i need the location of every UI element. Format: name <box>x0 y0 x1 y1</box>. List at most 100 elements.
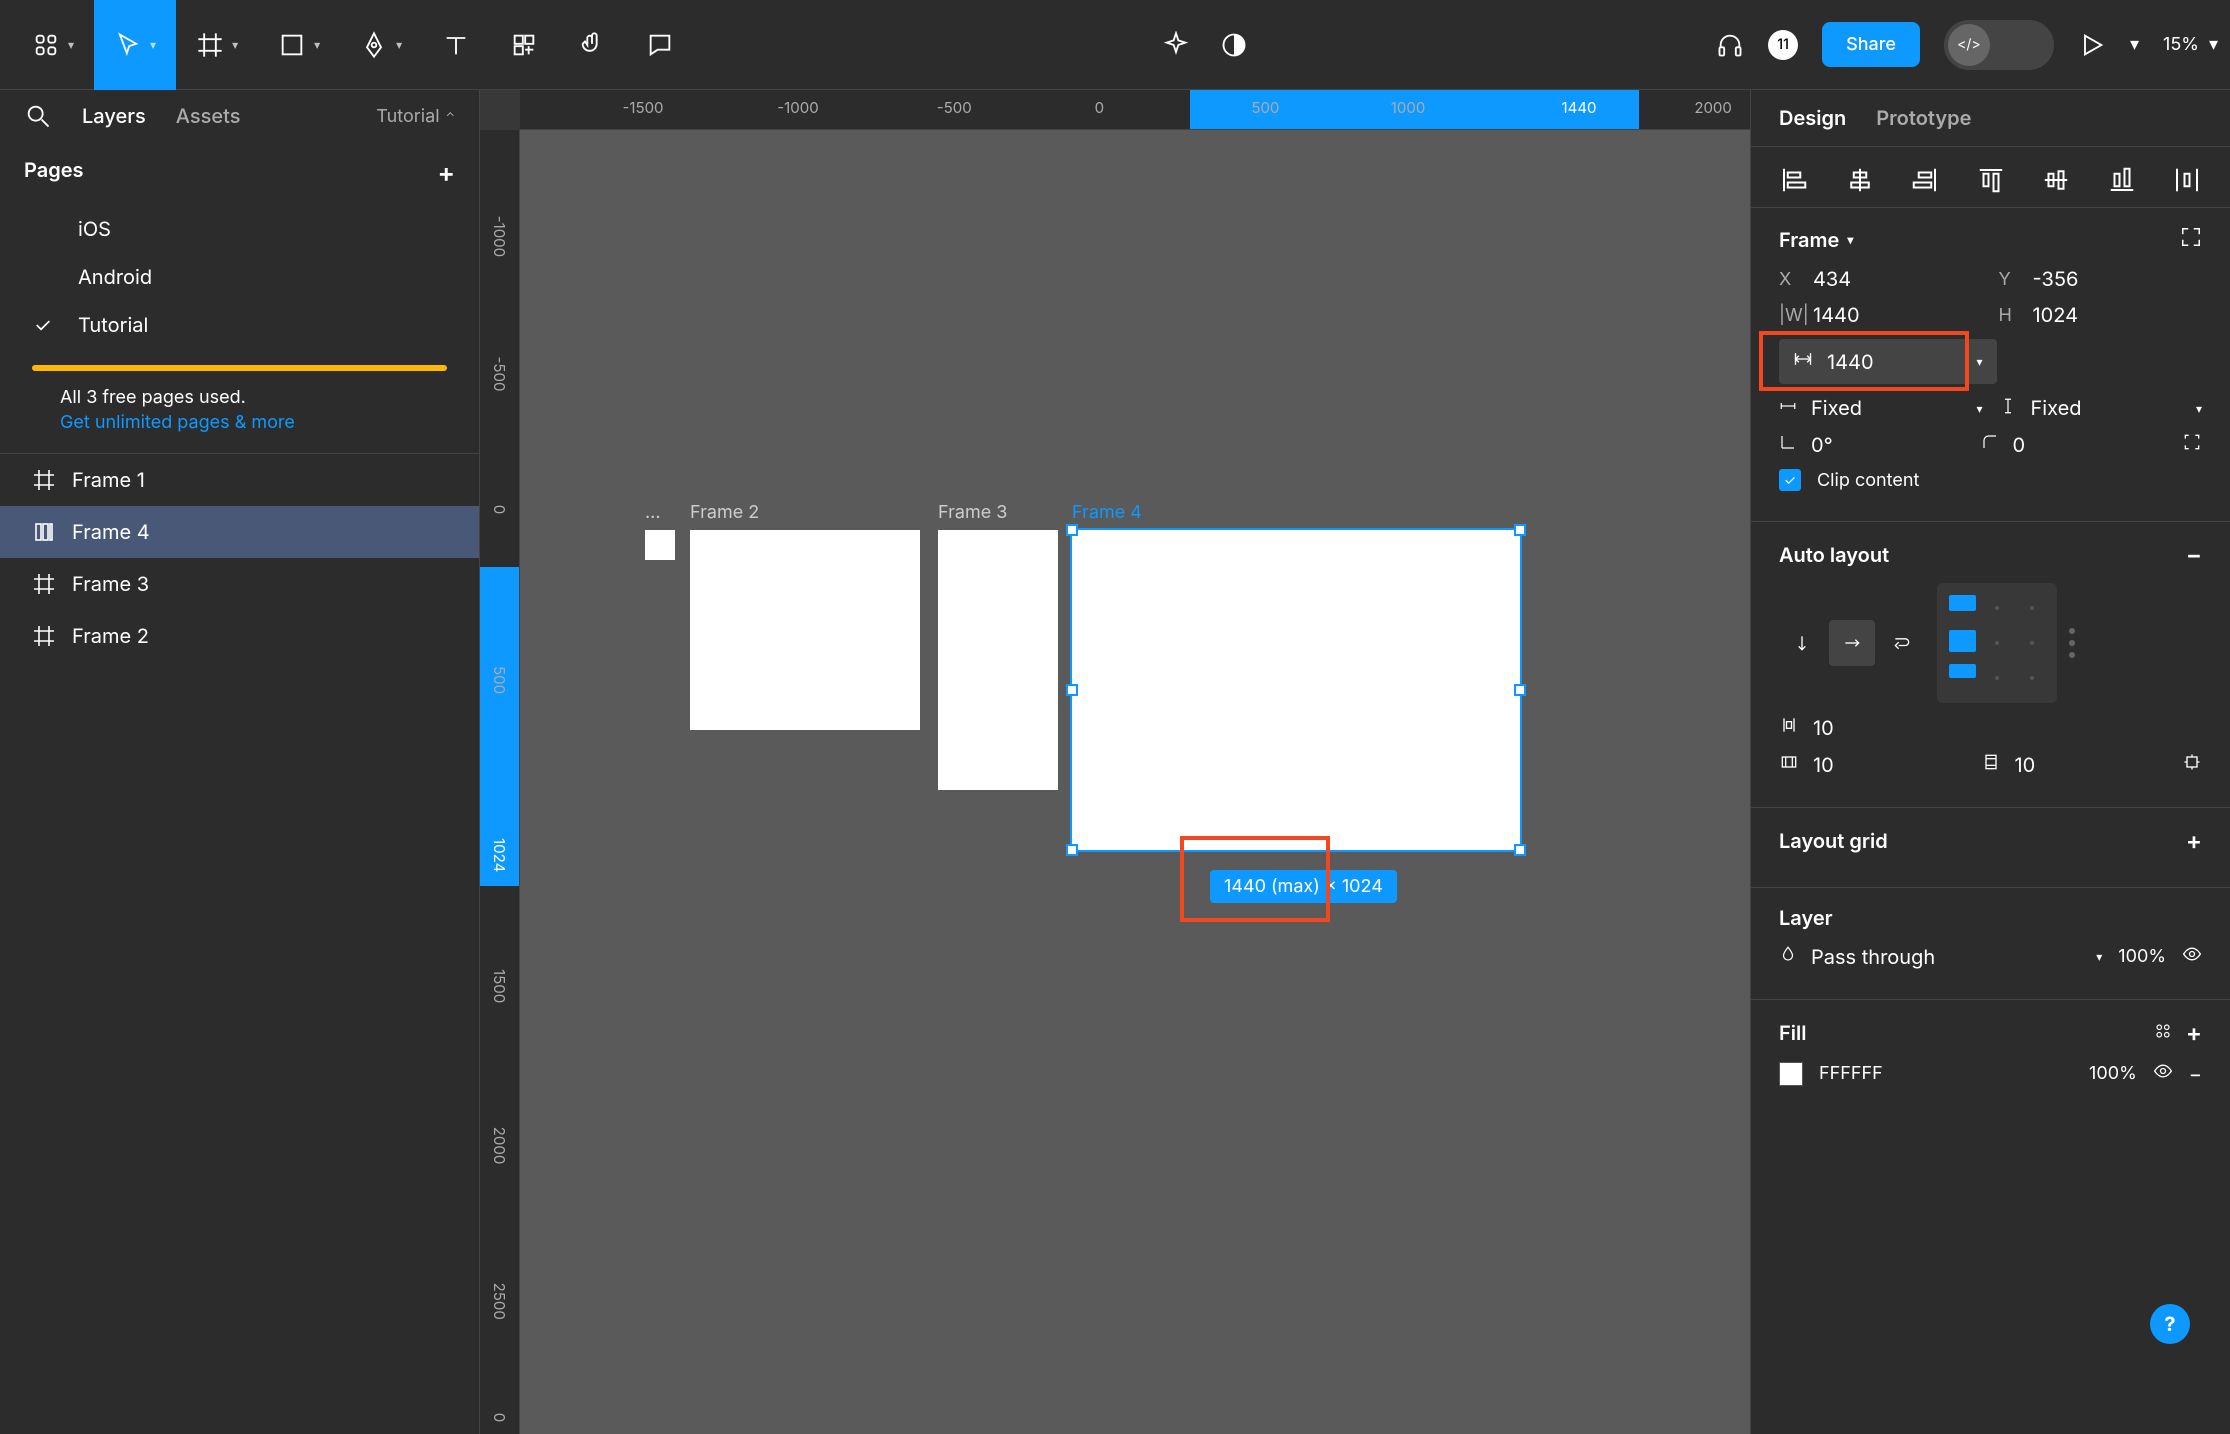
padding-v-input[interactable]: 10 <box>1981 752 2167 777</box>
individual-padding-icon[interactable] <box>2182 752 2202 777</box>
padding-h-input[interactable]: 10 <box>1779 752 1965 777</box>
align-bottom-icon[interactable] <box>2107 165 2137 189</box>
share-button[interactable]: Share <box>1822 22 1920 67</box>
text-icon <box>442 31 470 59</box>
fill-opacity-input[interactable]: 100% <box>2089 1063 2137 1084</box>
shape-tool-button[interactable]: ▾ <box>258 0 340 90</box>
resources-button[interactable] <box>490 0 558 90</box>
pen-tool-button[interactable]: ▾ <box>340 0 422 90</box>
add-fill-button[interactable]: + <box>2186 1018 2202 1047</box>
clip-content-checkbox[interactable]: ✓ <box>1779 469 1801 491</box>
contrast-icon[interactable] <box>1220 31 1248 59</box>
help-button[interactable]: ? <box>2150 1304 2190 1344</box>
blend-mode-dropdown[interactable]: Pass through▾ <box>1779 945 2102 969</box>
tab-prototype[interactable]: Prototype <box>1876 106 1971 130</box>
avatar[interactable]: 11 <box>1768 30 1798 60</box>
page-dropdown[interactable]: Tutorial ⌃ <box>376 106 455 127</box>
canvas[interactable]: ... Frame 2 Frame 3 Frame 4 1440 (max) ×… <box>520 130 1750 1434</box>
align-right-icon[interactable] <box>1910 165 1940 189</box>
sparkle-icon[interactable] <box>1162 31 1190 59</box>
resources-icon <box>510 31 538 59</box>
present-button[interactable] <box>2078 31 2106 59</box>
page-item-android[interactable]: Android <box>0 253 479 301</box>
add-layout-grid-button[interactable]: + <box>2186 826 2202 855</box>
h-resize-icon <box>1779 397 1797 420</box>
direction-vertical[interactable] <box>1779 620 1825 666</box>
visibility-icon[interactable] <box>2153 1061 2173 1086</box>
direction-wrap[interactable] <box>1879 620 1925 666</box>
resize-handle-sw[interactable] <box>1066 844 1078 856</box>
alignment-grid[interactable] <box>1937 583 2057 703</box>
remove-autolayout-button[interactable]: − <box>2186 540 2202 569</box>
frame-label[interactable]: Frame 4 <box>1072 502 1142 523</box>
upsell-link[interactable]: Get unlimited pages & more <box>60 412 419 433</box>
layer-frame-1[interactable]: Frame 1 <box>0 454 479 506</box>
search-icon[interactable] <box>24 102 52 130</box>
page-item-tutorial[interactable]: Tutorial <box>0 301 479 349</box>
distribute-icon[interactable] <box>2172 165 2202 189</box>
move-tool-button[interactable]: ▾ <box>94 0 176 90</box>
padding-h-icon <box>1779 752 1799 777</box>
layer-frame-2[interactable]: Frame 2 <box>0 610 479 662</box>
main-menu-button[interactable]: ▾ <box>12 0 94 90</box>
direction-horizontal[interactable] <box>1829 620 1875 666</box>
frame-label[interactable]: ... <box>645 502 661 523</box>
hand-tool-button[interactable] <box>558 0 626 90</box>
canvas-frame-1[interactable]: ... <box>645 530 675 560</box>
rotation-input[interactable]: 0° <box>1779 433 1965 457</box>
x-input[interactable]: X434 <box>1779 267 1983 291</box>
fill-styles-icon[interactable] <box>2154 1021 2172 1045</box>
frame-type-dropdown[interactable]: Frame <box>1779 228 1839 252</box>
add-page-button[interactable]: + <box>438 158 456 189</box>
h-resize-dropdown[interactable]: Fixed▾ <box>1779 396 1983 420</box>
fill-swatch[interactable] <box>1779 1062 1803 1086</box>
layer-frame-4[interactable]: Frame 4 <box>0 506 479 558</box>
v-resize-dropdown[interactable]: Fixed▾ <box>1999 396 2203 420</box>
remove-fill-button[interactable]: − <box>2189 1062 2202 1086</box>
chevron-down-icon[interactable]: ▾ <box>1976 354 1982 369</box>
gap-input[interactable]: 10 <box>1779 715 1983 740</box>
resize-handle-e[interactable] <box>1514 684 1526 696</box>
resize-handle-nw[interactable] <box>1066 524 1078 536</box>
individual-corners-icon[interactable] <box>2182 432 2202 457</box>
autolayout-settings-button[interactable] <box>2069 628 2075 658</box>
chevron-down-icon[interactable]: ▾ <box>2130 34 2139 55</box>
radius-input[interactable]: 0 <box>1981 433 2167 457</box>
frame-label[interactable]: Frame 2 <box>690 502 759 523</box>
align-hcenter-icon[interactable] <box>1845 165 1875 189</box>
frame-tool-button[interactable]: ▾ <box>176 0 258 90</box>
fill-hex-input[interactable]: FFFFFF <box>1819 1063 1883 1084</box>
zoom-dropdown[interactable]: 15%▾ <box>2163 34 2218 55</box>
canvas-frame-4[interactable]: Frame 4 <box>1072 530 1520 850</box>
devmode-toggle[interactable]: </> <box>1944 20 2054 70</box>
headphones-icon[interactable] <box>1716 31 1744 59</box>
resize-handle-w[interactable] <box>1066 684 1078 696</box>
text-tool-button[interactable] <box>422 0 490 90</box>
code-icon: </> <box>1948 24 1990 66</box>
layer-section-title: Layer <box>1779 906 1833 930</box>
y-input[interactable]: Y-356 <box>1999 267 2203 291</box>
align-vcenter-icon[interactable] <box>2041 165 2071 189</box>
resize-handle-ne[interactable] <box>1514 524 1526 536</box>
comment-tool-button[interactable] <box>626 0 694 90</box>
align-left-icon[interactable] <box>1779 165 1809 189</box>
width-input[interactable]: |W|1440 <box>1779 303 1983 327</box>
canvas-frame-2[interactable]: Frame 2 <box>690 530 920 730</box>
canvas-frame-3[interactable]: Frame 3 <box>938 530 1058 790</box>
max-width-input[interactable]: 1440 ▾ <box>1779 339 1997 384</box>
tab-layers[interactable]: Layers <box>82 104 146 128</box>
page-item-ios[interactable]: iOS <box>0 205 479 253</box>
tab-assets[interactable]: Assets <box>176 104 241 128</box>
canvas-area: -1500 -1000 -500 0 500 1000 1440 2000 -1… <box>480 90 1750 1434</box>
visibility-icon[interactable] <box>2182 944 2202 969</box>
usage-bar <box>32 365 447 371</box>
resize-handle-se[interactable] <box>1514 844 1526 856</box>
layer-opacity-input[interactable]: 100% <box>2118 946 2166 967</box>
height-input[interactable]: H1024 <box>1999 303 2203 327</box>
resize-to-fit-icon[interactable] <box>2180 226 2202 253</box>
layer-frame-3[interactable]: Frame 3 <box>0 558 479 610</box>
align-top-icon[interactable] <box>1976 165 2006 189</box>
frame-label[interactable]: Frame 3 <box>938 502 1007 523</box>
frame-icon <box>196 31 224 59</box>
tab-design[interactable]: Design <box>1779 106 1846 130</box>
